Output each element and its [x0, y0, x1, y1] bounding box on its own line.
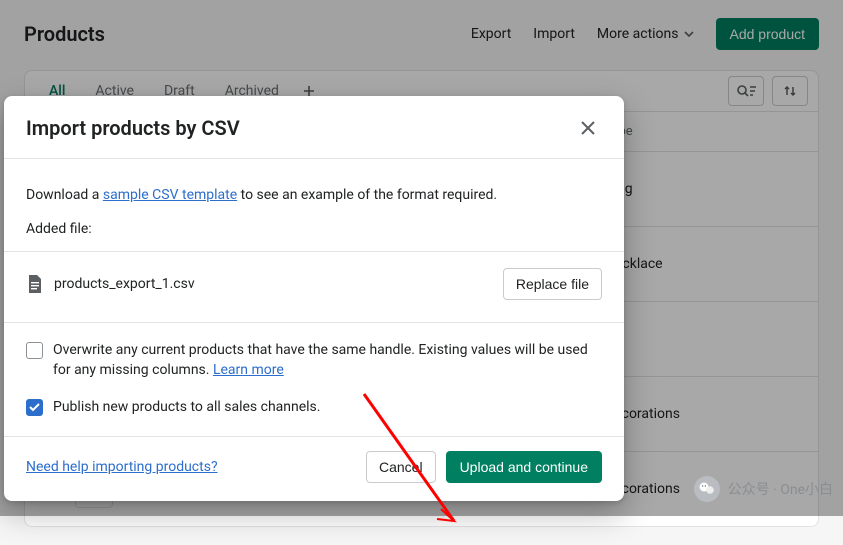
help-link[interactable]: Need help importing products? [26, 459, 218, 475]
learn-more-link[interactable]: Learn more [213, 362, 284, 378]
file-icon [26, 274, 44, 294]
checkbox-section: Overwrite any current products that have… [4, 323, 624, 437]
download-prefix: Download a [26, 187, 103, 203]
close-button[interactable] [574, 114, 602, 142]
modal-title: Import products by CSV [26, 116, 240, 140]
replace-file-button[interactable]: Replace file [503, 268, 602, 300]
import-csv-modal: Import products by CSV Download a sample… [4, 96, 624, 501]
overwrite-text: Overwrite any current products that have… [53, 341, 602, 380]
modal-body: Download a sample CSV template to see an… [4, 159, 624, 251]
close-icon [580, 120, 596, 136]
publish-checkbox[interactable] [26, 399, 43, 416]
modal-footer: Need help importing products? Cancel Upl… [4, 437, 624, 501]
file-row: products_export_1.csv Replace file [4, 251, 624, 323]
upload-continue-button[interactable]: Upload and continue [446, 451, 602, 483]
overwrite-checkbox[interactable] [26, 342, 43, 359]
overwrite-text-span: Overwrite any current products that have… [53, 342, 588, 378]
added-file-label: Added file: [26, 221, 602, 237]
sample-csv-link[interactable]: sample CSV template [103, 187, 237, 203]
download-line: Download a sample CSV template to see an… [26, 187, 602, 203]
file-info: products_export_1.csv [26, 274, 195, 294]
publish-text: Publish new products to all sales channe… [53, 398, 320, 418]
watermark: 公众号 · One小白 [694, 476, 833, 502]
download-suffix: to see an example of the format required… [237, 187, 497, 203]
cancel-button[interactable]: Cancel [366, 451, 436, 483]
modal-header: Import products by CSV [4, 96, 624, 159]
footer-buttons: Cancel Upload and continue [366, 451, 602, 483]
check-icon [29, 403, 40, 412]
overwrite-row: Overwrite any current products that have… [26, 341, 602, 380]
watermark-text: 公众号 · One小白 [728, 479, 833, 499]
wechat-icon [694, 476, 720, 502]
file-name: products_export_1.csv [54, 276, 195, 292]
publish-row: Publish new products to all sales channe… [26, 398, 602, 418]
